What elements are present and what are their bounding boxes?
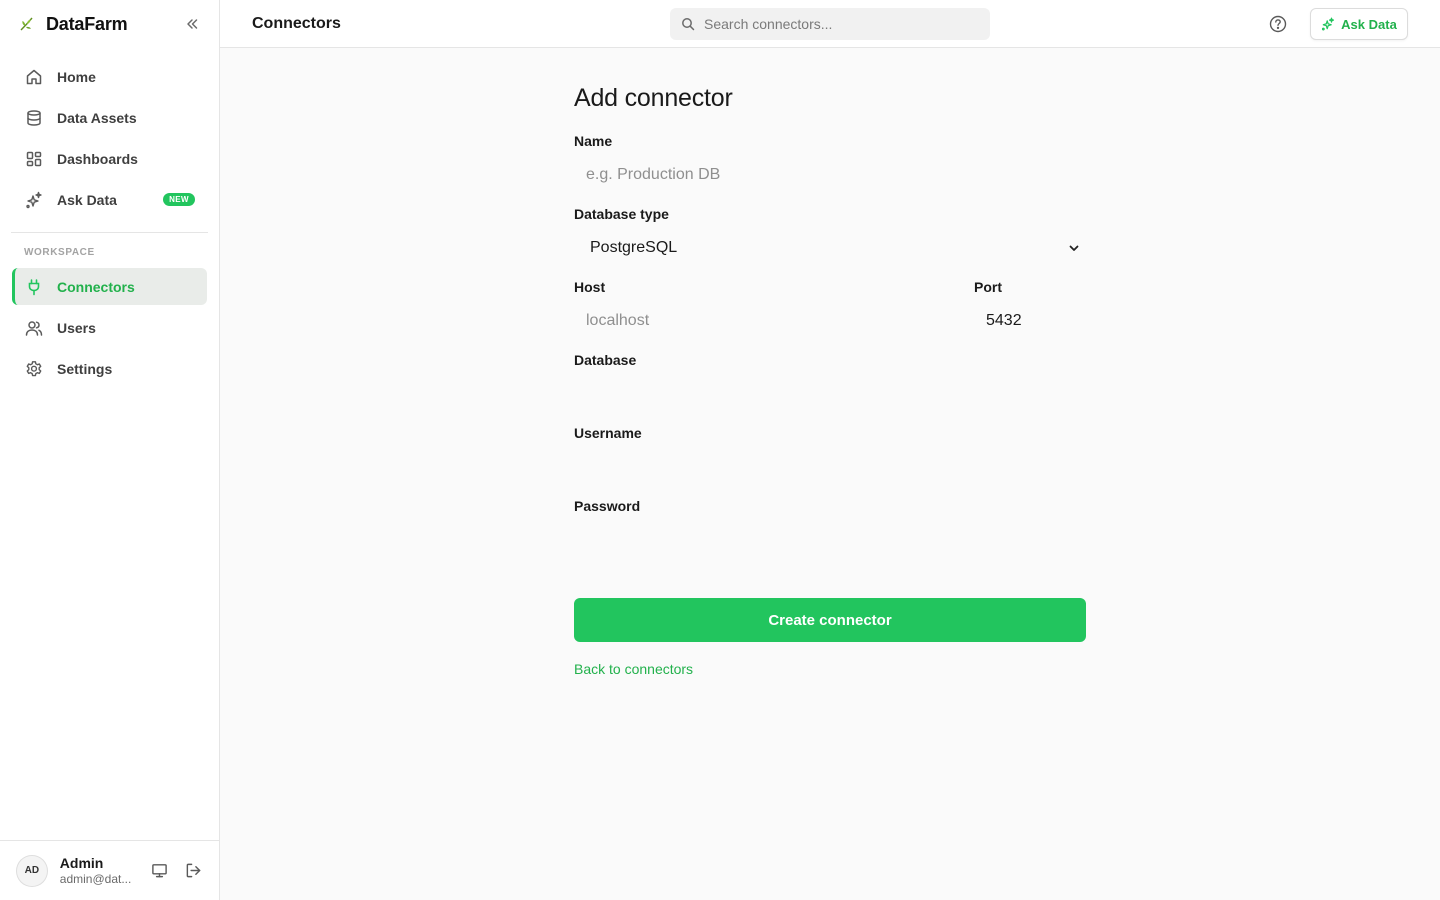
- plug-icon: [24, 277, 44, 297]
- database-input[interactable]: [574, 376, 1086, 412]
- sidebar-item-settings[interactable]: Settings: [12, 350, 207, 387]
- brand: DataFarm: [0, 0, 219, 48]
- form-title: Add connector: [574, 84, 733, 112]
- home-icon: [24, 67, 44, 87]
- db-type-field-group: Database type PostgreSQL: [574, 206, 1086, 266]
- ask-data-button[interactable]: Ask Data: [1310, 8, 1408, 40]
- port-label: Port: [974, 279, 1002, 295]
- help-icon[interactable]: [1268, 14, 1288, 34]
- name-input[interactable]: [574, 157, 1086, 193]
- sparkles-icon: [24, 190, 44, 210]
- sparkles-icon: [1321, 17, 1335, 31]
- page-title: Connectors: [252, 14, 341, 32]
- chevron-down-icon: [1066, 240, 1082, 256]
- dashboard-icon: [24, 149, 44, 169]
- sidebar-item-home[interactable]: Home: [12, 58, 207, 95]
- db-type-label: Database type: [574, 206, 669, 222]
- sidebar-item-connectors[interactable]: Connectors: [12, 268, 207, 305]
- username-label: Username: [574, 425, 642, 441]
- sidebar-item-label: Ask Data: [57, 191, 117, 208]
- topbar: Connectors Ask Data: [220, 0, 1440, 48]
- password-field-group: Password: [574, 498, 1086, 558]
- new-badge: NEW: [163, 193, 195, 206]
- sidebar-item-label: Dashboards: [57, 150, 138, 167]
- database-label: Database: [574, 352, 637, 368]
- sidebar-item-label: Settings: [57, 360, 113, 377]
- sidebar-item-data-assets[interactable]: Data Assets: [12, 99, 207, 136]
- user-footer: AD Admin admin@dat...: [0, 840, 219, 900]
- database-icon: [24, 108, 44, 128]
- monitor-icon[interactable]: [149, 861, 169, 881]
- users-icon: [24, 318, 44, 338]
- collapse-sidebar-icon[interactable]: [183, 15, 201, 33]
- add-connector-form: Add connector Name Database type Postgre…: [574, 84, 1086, 679]
- back-to-connectors-link[interactable]: Back to connectors: [574, 661, 693, 677]
- search-box[interactable]: [670, 8, 990, 40]
- password-label: Password: [574, 498, 641, 514]
- port-field-group: Port: [974, 279, 1086, 339]
- workspace-nav: Connectors Users Settings: [0, 268, 219, 387]
- db-type-value: PostgreSQL: [590, 239, 678, 256]
- user-info: Admin admin@dat...: [60, 855, 135, 886]
- logout-icon[interactable]: [183, 861, 203, 881]
- database-field-group: Database: [574, 352, 1086, 412]
- sidebar: DataFarm Home Data Assets Dashboards Ask…: [0, 0, 220, 900]
- workspace-section-label: WORKSPACE: [24, 247, 95, 258]
- name-field-group: Name: [574, 133, 1086, 193]
- sidebar-item-dashboards[interactable]: Dashboards: [12, 140, 207, 177]
- search-input[interactable]: [704, 16, 974, 32]
- port-input[interactable]: [974, 303, 1086, 339]
- sidebar-item-ask-data[interactable]: Ask Data NEW: [12, 181, 207, 218]
- host-field-group: Host: [574, 279, 974, 339]
- sidebar-divider: [11, 232, 208, 233]
- leaf-logo-icon: [18, 15, 36, 33]
- sidebar-item-users[interactable]: Users: [12, 309, 207, 346]
- sidebar-item-label: Home: [57, 68, 96, 85]
- password-input[interactable]: [574, 522, 1086, 558]
- user-email: admin@dat...: [59, 871, 132, 886]
- db-type-select[interactable]: PostgreSQL: [574, 230, 1086, 266]
- ask-data-label: Ask Data: [1341, 16, 1397, 32]
- main-nav: Home Data Assets Dashboards Ask Data NEW: [0, 48, 219, 218]
- avatar[interactable]: AD: [16, 854, 48, 887]
- create-connector-button[interactable]: Create connector: [574, 598, 1086, 642]
- gear-icon: [24, 359, 44, 379]
- sidebar-item-label: Data Assets: [57, 109, 137, 126]
- search-icon: [680, 16, 696, 32]
- username-input[interactable]: [574, 449, 1086, 485]
- host-label: Host: [574, 279, 606, 295]
- sidebar-item-label: Connectors: [57, 278, 135, 295]
- app-name: DataFarm: [46, 13, 128, 34]
- name-label: Name: [574, 133, 613, 149]
- username-field-group: Username: [574, 425, 1086, 485]
- host-input[interactable]: [574, 303, 974, 339]
- host-port-row: Host Port: [574, 279, 1086, 352]
- sidebar-item-label: Users: [57, 319, 96, 336]
- user-name: Admin: [59, 854, 104, 871]
